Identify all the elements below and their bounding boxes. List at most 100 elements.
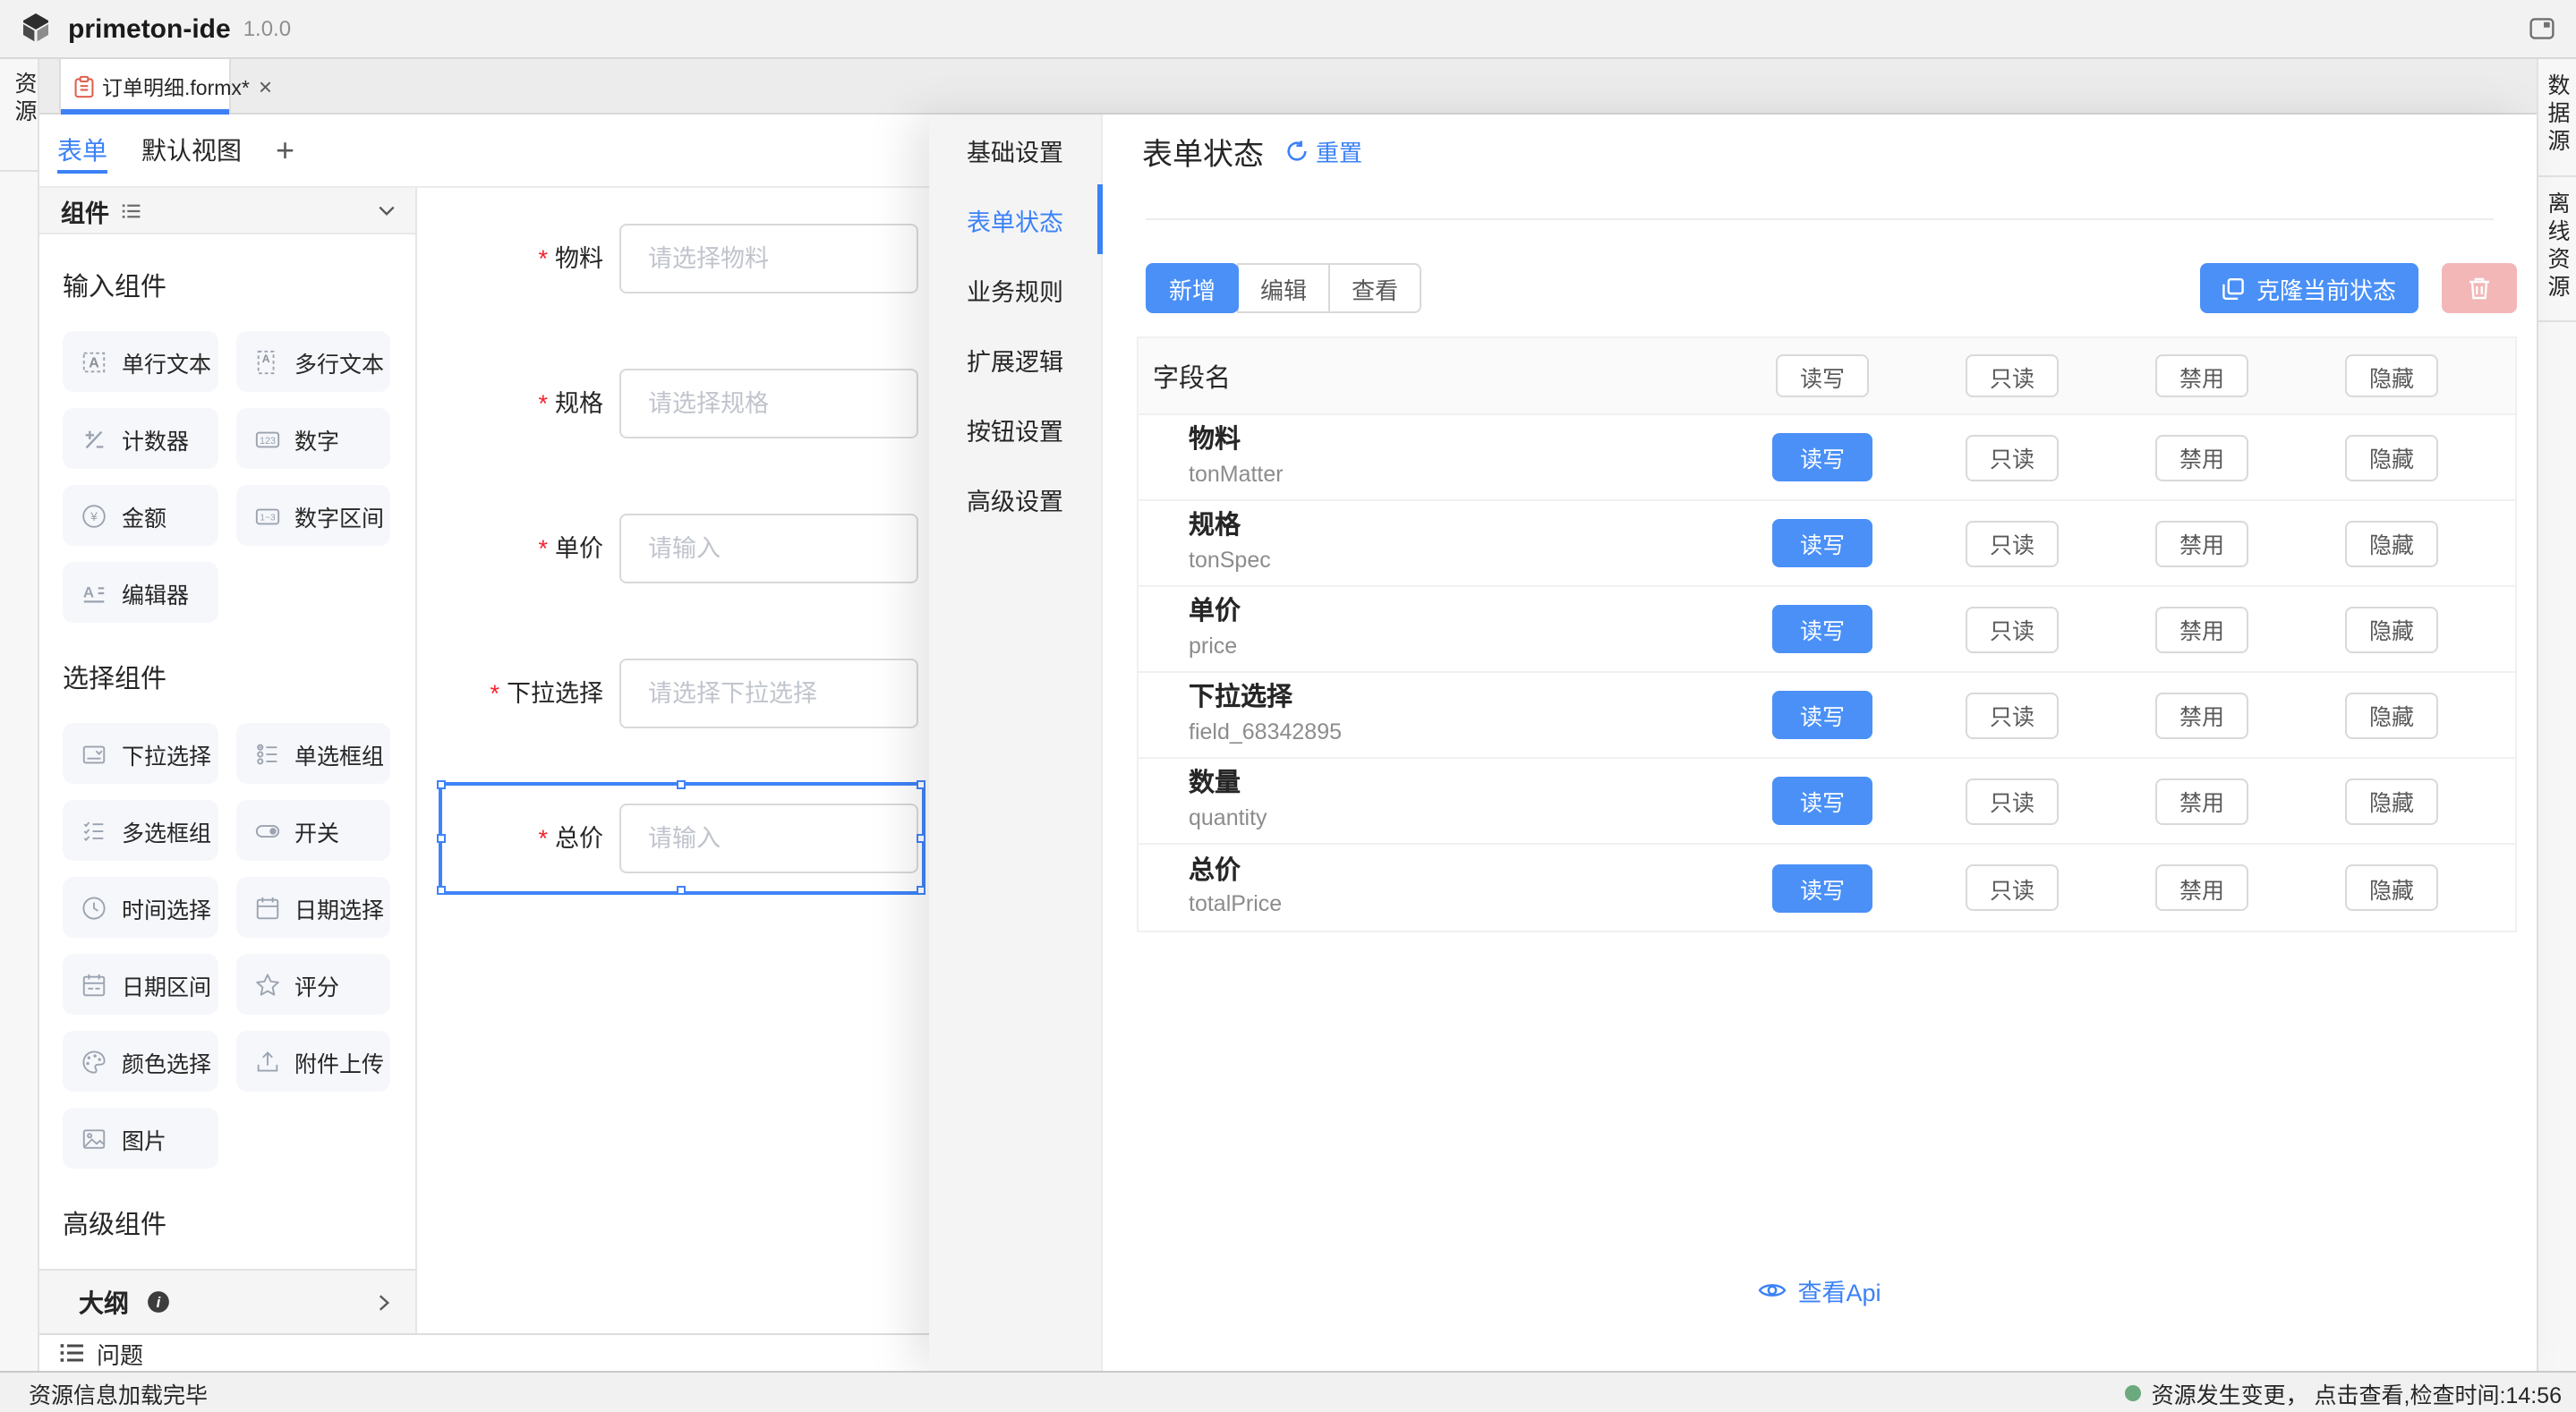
- state-button-readonly[interactable]: 只读: [1966, 864, 2059, 911]
- state-button-disabled[interactable]: 禁用: [2155, 692, 2248, 738]
- state-button-readonly[interactable]: 只读: [1966, 778, 2059, 824]
- page-title: 表单状态: [1142, 129, 1264, 174]
- field-label: *总价: [417, 804, 603, 873]
- settings-menu-item-business-rules[interactable]: 业务规则: [929, 254, 1101, 324]
- component-tile-select[interactable]: 下拉选择: [63, 723, 218, 784]
- close-icon[interactable]: ×: [259, 75, 272, 98]
- state-button-disabled[interactable]: 禁用: [2155, 354, 2248, 397]
- component-tile-calendar-range[interactable]: 日期区间: [63, 954, 218, 1015]
- delete-state-button[interactable]: [2442, 263, 2517, 313]
- state-button-hidden[interactable]: 隐藏: [2345, 434, 2438, 481]
- state-button-hidden[interactable]: 隐藏: [2345, 778, 2438, 824]
- resize-handle[interactable]: [917, 780, 925, 789]
- component-tile-yen-circle[interactable]: ¥金额: [63, 485, 218, 546]
- state-button-readwrite[interactable]: 读写: [1772, 433, 1872, 481]
- component-section-title: 输入组件: [63, 267, 390, 304]
- add-view-button[interactable]: +: [276, 134, 294, 166]
- resize-handle[interactable]: [437, 780, 446, 789]
- state-button-readonly[interactable]: 只读: [1966, 520, 2059, 566]
- component-tile-label: 附件上传: [294, 1044, 384, 1078]
- component-tile-image[interactable]: 图片: [63, 1108, 218, 1169]
- field-input-1[interactable]: [619, 224, 918, 293]
- resize-handle[interactable]: [917, 886, 925, 895]
- component-tile-star[interactable]: 评分: [235, 954, 390, 1015]
- state-cell: 读写: [1727, 433, 1917, 481]
- component-tile-radio-group[interactable]: 单选框组: [235, 723, 390, 784]
- chevron-right-icon[interactable]: [374, 1291, 394, 1313]
- state-button-readwrite[interactable]: 读写: [1772, 691, 1872, 739]
- component-tile-text-single[interactable]: A单行文本: [63, 331, 218, 392]
- component-tile-upload[interactable]: 附件上传: [235, 1031, 390, 1092]
- num-123-icon: 123: [253, 425, 280, 452]
- state-button-hidden[interactable]: 隐藏: [2345, 692, 2438, 738]
- mode-tab-edit[interactable]: 编辑: [1237, 263, 1330, 313]
- state-button-hidden[interactable]: 隐藏: [2345, 606, 2438, 652]
- state-button-readonly[interactable]: 只读: [1966, 354, 2059, 397]
- component-tile-checkbox-group[interactable]: 多选框组: [63, 800, 218, 861]
- field-label: 物料: [1189, 427, 1727, 458]
- window-layout-icon[interactable]: [2529, 18, 2555, 39]
- state-button-disabled[interactable]: 禁用: [2155, 864, 2248, 911]
- mode-tab-add[interactable]: 新增: [1146, 263, 1239, 313]
- editor-tab-order-detail[interactable]: 订单明细.formx* ×: [59, 59, 231, 115]
- state-button-readonly[interactable]: 只读: [1966, 692, 2059, 738]
- state-button-readonly[interactable]: 只读: [1966, 434, 2059, 481]
- state-button-readwrite[interactable]: 读写: [1772, 863, 1872, 912]
- state-cell: 只读: [1917, 692, 2107, 738]
- settings-menu-item-extension-logic[interactable]: 扩展逻辑: [929, 324, 1101, 394]
- resize-handle[interactable]: [677, 886, 686, 895]
- field-name-cell: 下拉选择field_68342895: [1139, 685, 1727, 746]
- state-button-hidden[interactable]: 隐藏: [2345, 520, 2438, 566]
- state-button-hidden[interactable]: 隐藏: [2345, 354, 2438, 397]
- mode-tab-view[interactable]: 查看: [1328, 263, 1421, 313]
- sidebar-item-resources[interactable]: 资源: [7, 72, 41, 127]
- component-tile-counter[interactable]: 计数器: [63, 408, 218, 469]
- components-panel-header[interactable]: 组件: [39, 188, 415, 234]
- component-tile-switch[interactable]: 开关: [235, 800, 390, 861]
- state-button-readonly[interactable]: 只读: [1966, 606, 2059, 652]
- problems-section[interactable]: 问题: [39, 1333, 929, 1371]
- state-cell: 读写: [1727, 863, 1917, 912]
- state-button-readwrite[interactable]: 读写: [1772, 519, 1872, 567]
- clone-current-state-button[interactable]: 克隆当前状态: [2200, 263, 2418, 313]
- state-button-hidden[interactable]: 隐藏: [2345, 864, 2438, 911]
- sidebar-item-datasource[interactable]: 数据源: [2538, 59, 2576, 176]
- view-api-link[interactable]: 查看Api: [1103, 1272, 2537, 1308]
- state-button-readwrite[interactable]: 读写: [1772, 605, 1872, 653]
- field-input-3[interactable]: [619, 514, 918, 583]
- resize-handle[interactable]: [437, 886, 446, 895]
- state-cell: 禁用: [2107, 864, 2297, 911]
- component-tile-palette[interactable]: 颜色选择: [63, 1031, 218, 1092]
- chevron-down-icon[interactable]: [376, 200, 397, 220]
- settings-menu-item-button-settings[interactable]: 按钮设置: [929, 394, 1101, 464]
- settings-menu-item-basic-settings[interactable]: 基础设置: [929, 115, 1101, 184]
- state-button-disabled[interactable]: 禁用: [2155, 606, 2248, 652]
- view-tab-form[interactable]: 表单: [57, 115, 107, 186]
- field-input-2[interactable]: [619, 369, 918, 438]
- sidebar-item-offline-resources[interactable]: 离线资源: [2538, 176, 2576, 321]
- view-tabs: 表单默认视图 +: [39, 115, 929, 188]
- view-tab-default-view[interactable]: 默认视图: [141, 115, 242, 186]
- eye-icon: [1758, 1280, 1787, 1301]
- reset-button[interactable]: 重置: [1285, 134, 1362, 168]
- field-input-4[interactable]: [619, 659, 918, 728]
- settings-menu-item-advanced-settings[interactable]: 高级设置: [929, 464, 1101, 533]
- status-right-notice[interactable]: 资源发生变更， 点击查看,检查时间:14:56: [2125, 1375, 2562, 1409]
- component-tile-editor[interactable]: A编辑器: [63, 562, 218, 623]
- state-button-disabled[interactable]: 禁用: [2155, 520, 2248, 566]
- state-button-readwrite[interactable]: 读写: [1772, 777, 1872, 825]
- state-button-readwrite[interactable]: 读写: [1776, 354, 1869, 397]
- field-input-5[interactable]: [619, 804, 918, 873]
- component-tile-clock[interactable]: 时间选择: [63, 877, 218, 938]
- field-code: totalPrice: [1189, 891, 1727, 918]
- outline-section[interactable]: 大纲 i: [39, 1269, 417, 1333]
- component-tile-range-1-3[interactable]: 1~3数字区间: [235, 485, 390, 546]
- field-label: 单价: [1189, 599, 1727, 630]
- state-button-disabled[interactable]: 禁用: [2155, 778, 2248, 824]
- state-button-disabled[interactable]: 禁用: [2155, 434, 2248, 481]
- settings-menu-item-form-state[interactable]: 表单状态: [929, 184, 1101, 254]
- component-tile-text-multi[interactable]: A多行文本: [235, 331, 390, 392]
- component-tile-num-123[interactable]: 123数字: [235, 408, 390, 469]
- component-tile-calendar[interactable]: 日期选择: [235, 877, 390, 938]
- resize-handle[interactable]: [677, 780, 686, 789]
